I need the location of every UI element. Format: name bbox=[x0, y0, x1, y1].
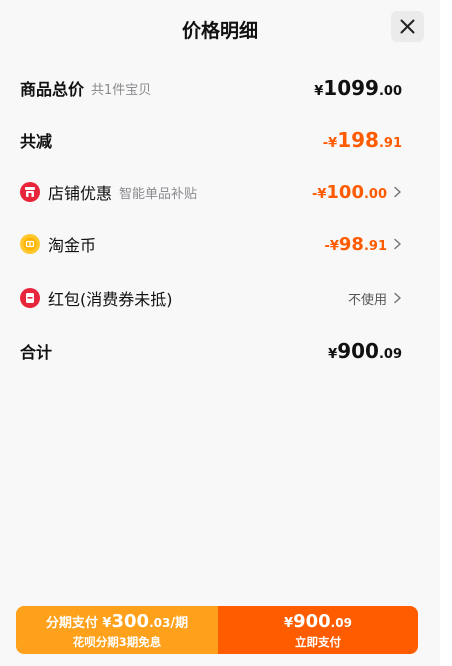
chevron-right-icon bbox=[394, 292, 401, 304]
page-title: 价格明细 bbox=[181, 20, 258, 42]
bottom-action-bar: 分期支付 ¥300.03/期 花呗分期3期免息 ¥900.09 立即支付 bbox=[16, 606, 418, 654]
discount-total-row: 共减 -¥ 198.91 bbox=[20, 127, 402, 153]
installment-suffix: /期 bbox=[170, 615, 189, 631]
pay-dec: .09 bbox=[330, 615, 352, 630]
goods-total-amount: ¥1099.00 bbox=[314, 76, 402, 100]
red-packet-value: 不使用 bbox=[347, 292, 387, 308]
red-packet-label: 红包(消费券未抵) bbox=[48, 290, 173, 309]
price-detail-sheet: 价格明细 商品总价 共1件宝贝 ¥1099.00 共减 -¥ 198.91 店铺… bbox=[0, 0, 440, 666]
installment-int: 300 bbox=[111, 610, 150, 632]
shop-discount-amount: -¥ 100.00 bbox=[311, 181, 387, 203]
total-row: 合计 ¥900.09 bbox=[20, 338, 402, 364]
shop-icon bbox=[20, 182, 40, 202]
installment-prefix: 分期支付 ¥ bbox=[45, 615, 112, 631]
installment-pay-button[interactable]: 分期支付 ¥300.03/期 花呗分期3期免息 bbox=[16, 606, 218, 654]
close-button[interactable] bbox=[391, 11, 424, 42]
total-amount: ¥900.09 bbox=[328, 339, 402, 363]
taojinbi-row[interactable]: 淘金币 -¥ 98.91 bbox=[20, 231, 401, 257]
shop-discount-label: 店铺优惠 bbox=[48, 184, 113, 203]
pay-int: 900 bbox=[293, 610, 331, 632]
pay-now-label: 立即支付 bbox=[295, 634, 341, 649]
close-icon bbox=[400, 19, 415, 34]
installment-dec: .03 bbox=[149, 615, 171, 630]
coin-icon bbox=[20, 234, 40, 254]
discount-total-amount: -¥ 198.91 bbox=[322, 128, 402, 152]
taojinbi-amount: -¥ 98.91 bbox=[324, 233, 387, 255]
shop-discount-sub: 智能单品补贴 bbox=[119, 186, 198, 202]
pay-symbol: ¥ bbox=[284, 615, 294, 631]
chevron-right-icon bbox=[394, 186, 401, 198]
pay-now-button[interactable]: ¥900.09 立即支付 bbox=[218, 606, 418, 654]
installment-subtext: 花呗分期3期免息 bbox=[72, 634, 162, 649]
discount-total-label: 共减 bbox=[20, 132, 53, 151]
goods-total-row: 商品总价 共1件宝贝 ¥1099.00 bbox=[20, 75, 402, 101]
goods-total-label: 商品总价 bbox=[20, 80, 85, 99]
chevron-right-icon bbox=[394, 238, 401, 250]
shop-discount-row[interactable]: 店铺优惠 智能单品补贴 -¥ 100.00 bbox=[20, 179, 401, 205]
red-packet-row[interactable]: 红包(消费券未抵) 不使用 bbox=[20, 285, 401, 311]
taojinbi-label: 淘金币 bbox=[48, 236, 97, 255]
goods-count: 共1件宝贝 bbox=[91, 82, 152, 98]
red-packet-icon bbox=[20, 288, 40, 308]
total-label: 合计 bbox=[20, 343, 53, 362]
